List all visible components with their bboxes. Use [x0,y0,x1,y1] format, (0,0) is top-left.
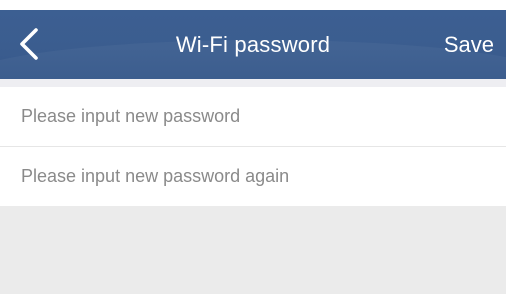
password-form [0,87,506,206]
new-password-field-row [0,87,506,146]
header-bar: Wi-Fi password Save [0,10,506,79]
save-button[interactable]: Save [444,32,494,58]
confirm-password-input[interactable] [21,147,491,206]
header-divider [0,79,506,87]
status-bar-strip [0,0,506,10]
wifi-password-screen: Wi-Fi password Save [0,0,506,294]
confirm-password-field-row [0,146,506,206]
new-password-input[interactable] [21,87,491,146]
page-title: Wi-Fi password [175,32,331,57]
